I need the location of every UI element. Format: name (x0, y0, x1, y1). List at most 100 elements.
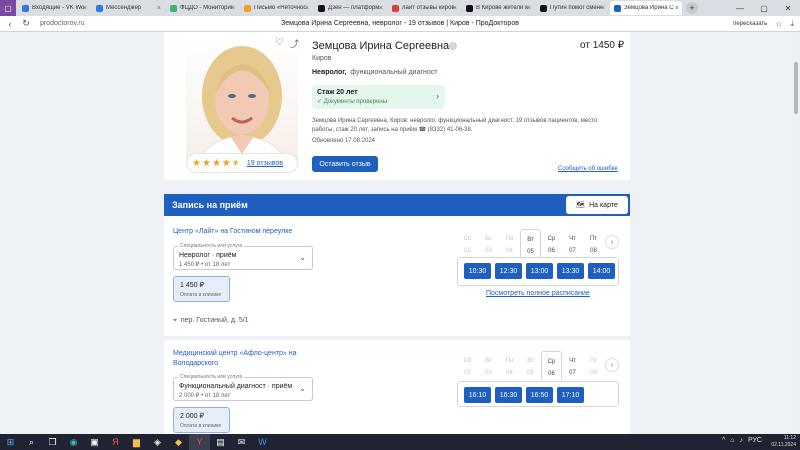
minimize-icon[interactable]: — (728, 0, 752, 16)
clinic-name[interactable]: Центр «Лайт» на Гостином переулке (173, 227, 292, 237)
yandex-browser-icon[interactable]: Y (189, 434, 210, 450)
browser-tab[interactable]: ФЦДО - Мониторинг × (166, 1, 238, 15)
mail-icon[interactable]: ✉ (231, 434, 252, 450)
tab-favicon-icon (170, 4, 177, 12)
time-slot-button[interactable]: 13:30 (557, 263, 584, 279)
close-tab-icon[interactable]: × (231, 5, 235, 12)
yandex-icon[interactable]: Я (105, 434, 126, 450)
back-icon[interactable]: ‹ (4, 19, 16, 29)
leave-review-button[interactable]: Оставить отзыв (312, 156, 378, 172)
select-legend: Специальность или услуга (178, 243, 245, 249)
new-tab-button[interactable]: + (686, 2, 698, 14)
scrollbar-thumb[interactable] (794, 62, 798, 114)
edge-icon[interactable]: ◉ (63, 434, 84, 450)
word-icon[interactable]: W (252, 434, 273, 450)
day-cell[interactable]: Ср 06 (541, 351, 562, 379)
day-cell[interactable]: Вт 05 (520, 229, 541, 257)
browser-tab[interactable]: Путин помог смене × (536, 1, 608, 15)
select-legend: Специальность или услуга (178, 374, 245, 380)
reload-icon[interactable]: ↻ (20, 18, 32, 29)
next-days-icon[interactable]: › (606, 236, 618, 248)
url-field[interactable]: prodoctorov.ru (40, 20, 160, 27)
day-number: 08 (590, 248, 597, 254)
browser-menu-icon[interactable]: ▢ (0, 0, 16, 16)
close-tab-icon[interactable]: × (527, 5, 531, 12)
browser-tab[interactable]: Земцова Ирина С × (610, 1, 682, 15)
time-slot-button[interactable]: 10:30 (464, 263, 491, 279)
time-slot-button[interactable]: 16:10 (464, 387, 491, 403)
app-icon[interactable]: ◈ (147, 434, 168, 450)
browser-tab[interactable]: Мессенджер × (92, 1, 164, 15)
browser-tab[interactable]: Письмо «Неточност × (240, 1, 312, 15)
booking-title: Запись на приём (172, 200, 248, 210)
close-tab-icon[interactable]: × (157, 5, 161, 12)
specialty-other[interactable]: функциональный диагност (350, 69, 437, 76)
tab-label: Мессенджер (106, 5, 142, 11)
time-slot-button[interactable]: 16:30 (495, 387, 522, 403)
browser-tab[interactable]: Дзен — платформа д× (314, 1, 386, 15)
time-slot-button[interactable]: 12:30 (495, 263, 522, 279)
folder-icon[interactable]: ▆ (126, 434, 147, 450)
time-slot-button[interactable]: 16:50 (526, 387, 553, 403)
chevron-down-icon: ⌄ (299, 384, 306, 393)
store-icon[interactable]: ▣ (84, 434, 105, 450)
search-icon[interactable]: ⌕ (21, 434, 42, 450)
browser-tab[interactable]: лайт отзывы киров × (388, 1, 460, 15)
rating-badge: ★ ★ ★ ★ ★ 19 отзывов (186, 153, 298, 173)
day-of-week: Пн (505, 358, 514, 364)
close-tab-icon[interactable]: × (379, 5, 383, 12)
close-tab-icon[interactable]: × (675, 5, 679, 12)
network-icon[interactable]: ⌂ (730, 437, 734, 444)
language-indicator[interactable]: РУС (748, 437, 762, 444)
price-box[interactable]: 1 450 ₽ Оплата в клинике (173, 276, 230, 302)
price-box[interactable]: 2 000 ₽ Оплата в клинике (173, 407, 230, 433)
specialty-main[interactable]: Невролог, (312, 69, 347, 76)
browser-tab[interactable]: Входящие - VK WorkM× (18, 1, 90, 15)
tab-label: Входящие - VK WorkM (32, 5, 84, 11)
windows-start-icon[interactable]: ⊞ (0, 434, 21, 450)
star-icon: ★ (211, 157, 221, 169)
close-tab-icon[interactable]: × (83, 5, 87, 12)
maximize-icon[interactable]: ▢ (752, 0, 776, 16)
browser-tab[interactable]: В Кирове жители мн × (462, 1, 534, 15)
next-days-icon[interactable]: › (606, 359, 618, 371)
share-icon[interactable]: ⤴ (290, 37, 299, 50)
download-icon[interactable]: ⤓ (790, 19, 794, 29)
service-select[interactable]: Специальность или услуга Функциональный … (173, 374, 313, 401)
calculator-icon[interactable]: ▤ (210, 434, 231, 450)
close-tab-icon[interactable]: × (453, 5, 457, 12)
day-cell[interactable]: Пт 08 (583, 229, 604, 257)
time-slots: 16:10 16:30 16:50 17:10 (457, 381, 619, 407)
service-select[interactable]: Специальность или услуга Невролог · приё… (173, 243, 313, 270)
favorite-heart-icon[interactable]: ♡ (275, 37, 284, 48)
doctor-city: Киров (312, 55, 332, 62)
chevron-up-icon[interactable]: ^ (722, 437, 725, 444)
time-slot-button[interactable]: 13:00 (526, 263, 553, 279)
tab-label: Дзен — платформа д (328, 5, 380, 11)
info-icon[interactable]: i (449, 42, 457, 50)
full-schedule-link[interactable]: Посмотреть полное расписание (486, 290, 590, 297)
day-cell[interactable]: Ср 06 (541, 229, 562, 257)
reviews-link[interactable]: 19 отзывов (247, 160, 283, 167)
bookmark-star-icon[interactable]: ☆ (775, 20, 782, 29)
page-scrollbar[interactable] (792, 32, 800, 434)
task-view-icon[interactable]: ❐ (42, 434, 63, 450)
clock[interactable]: 11:12 02.11.2024 (771, 435, 796, 449)
time-slot-button[interactable]: 17:10 (557, 387, 584, 403)
report-error-link[interactable]: Сообщить об ошибке (558, 166, 618, 172)
experience-badge[interactable]: Стаж 20 лет ✓ Документы проверены › (312, 85, 445, 109)
close-tab-icon[interactable]: × (305, 5, 309, 12)
clinic-name[interactable]: Медицинский центр «Афло-центр» на Волода… (173, 349, 323, 369)
close-window-icon[interactable]: ✕ (776, 0, 800, 16)
volume-icon[interactable]: ♪ (739, 437, 743, 444)
app-icon[interactable]: ◆ (168, 434, 189, 450)
share-label[interactable]: пересказать (733, 21, 767, 27)
map-button[interactable]: 🗺 На карте (566, 196, 628, 214)
time-slot-button[interactable]: 14:00 (588, 263, 615, 279)
close-tab-icon[interactable]: × (601, 5, 605, 12)
map-icon: 🗺 (576, 202, 586, 209)
day-cell[interactable]: Чт 07 (562, 351, 583, 379)
clinic-address[interactable]: ⌖ пер. Гостиный, д. 5/1 (173, 317, 249, 325)
half-star-icon: ★ (231, 157, 241, 169)
day-cell[interactable]: Чт 07 (562, 229, 583, 257)
